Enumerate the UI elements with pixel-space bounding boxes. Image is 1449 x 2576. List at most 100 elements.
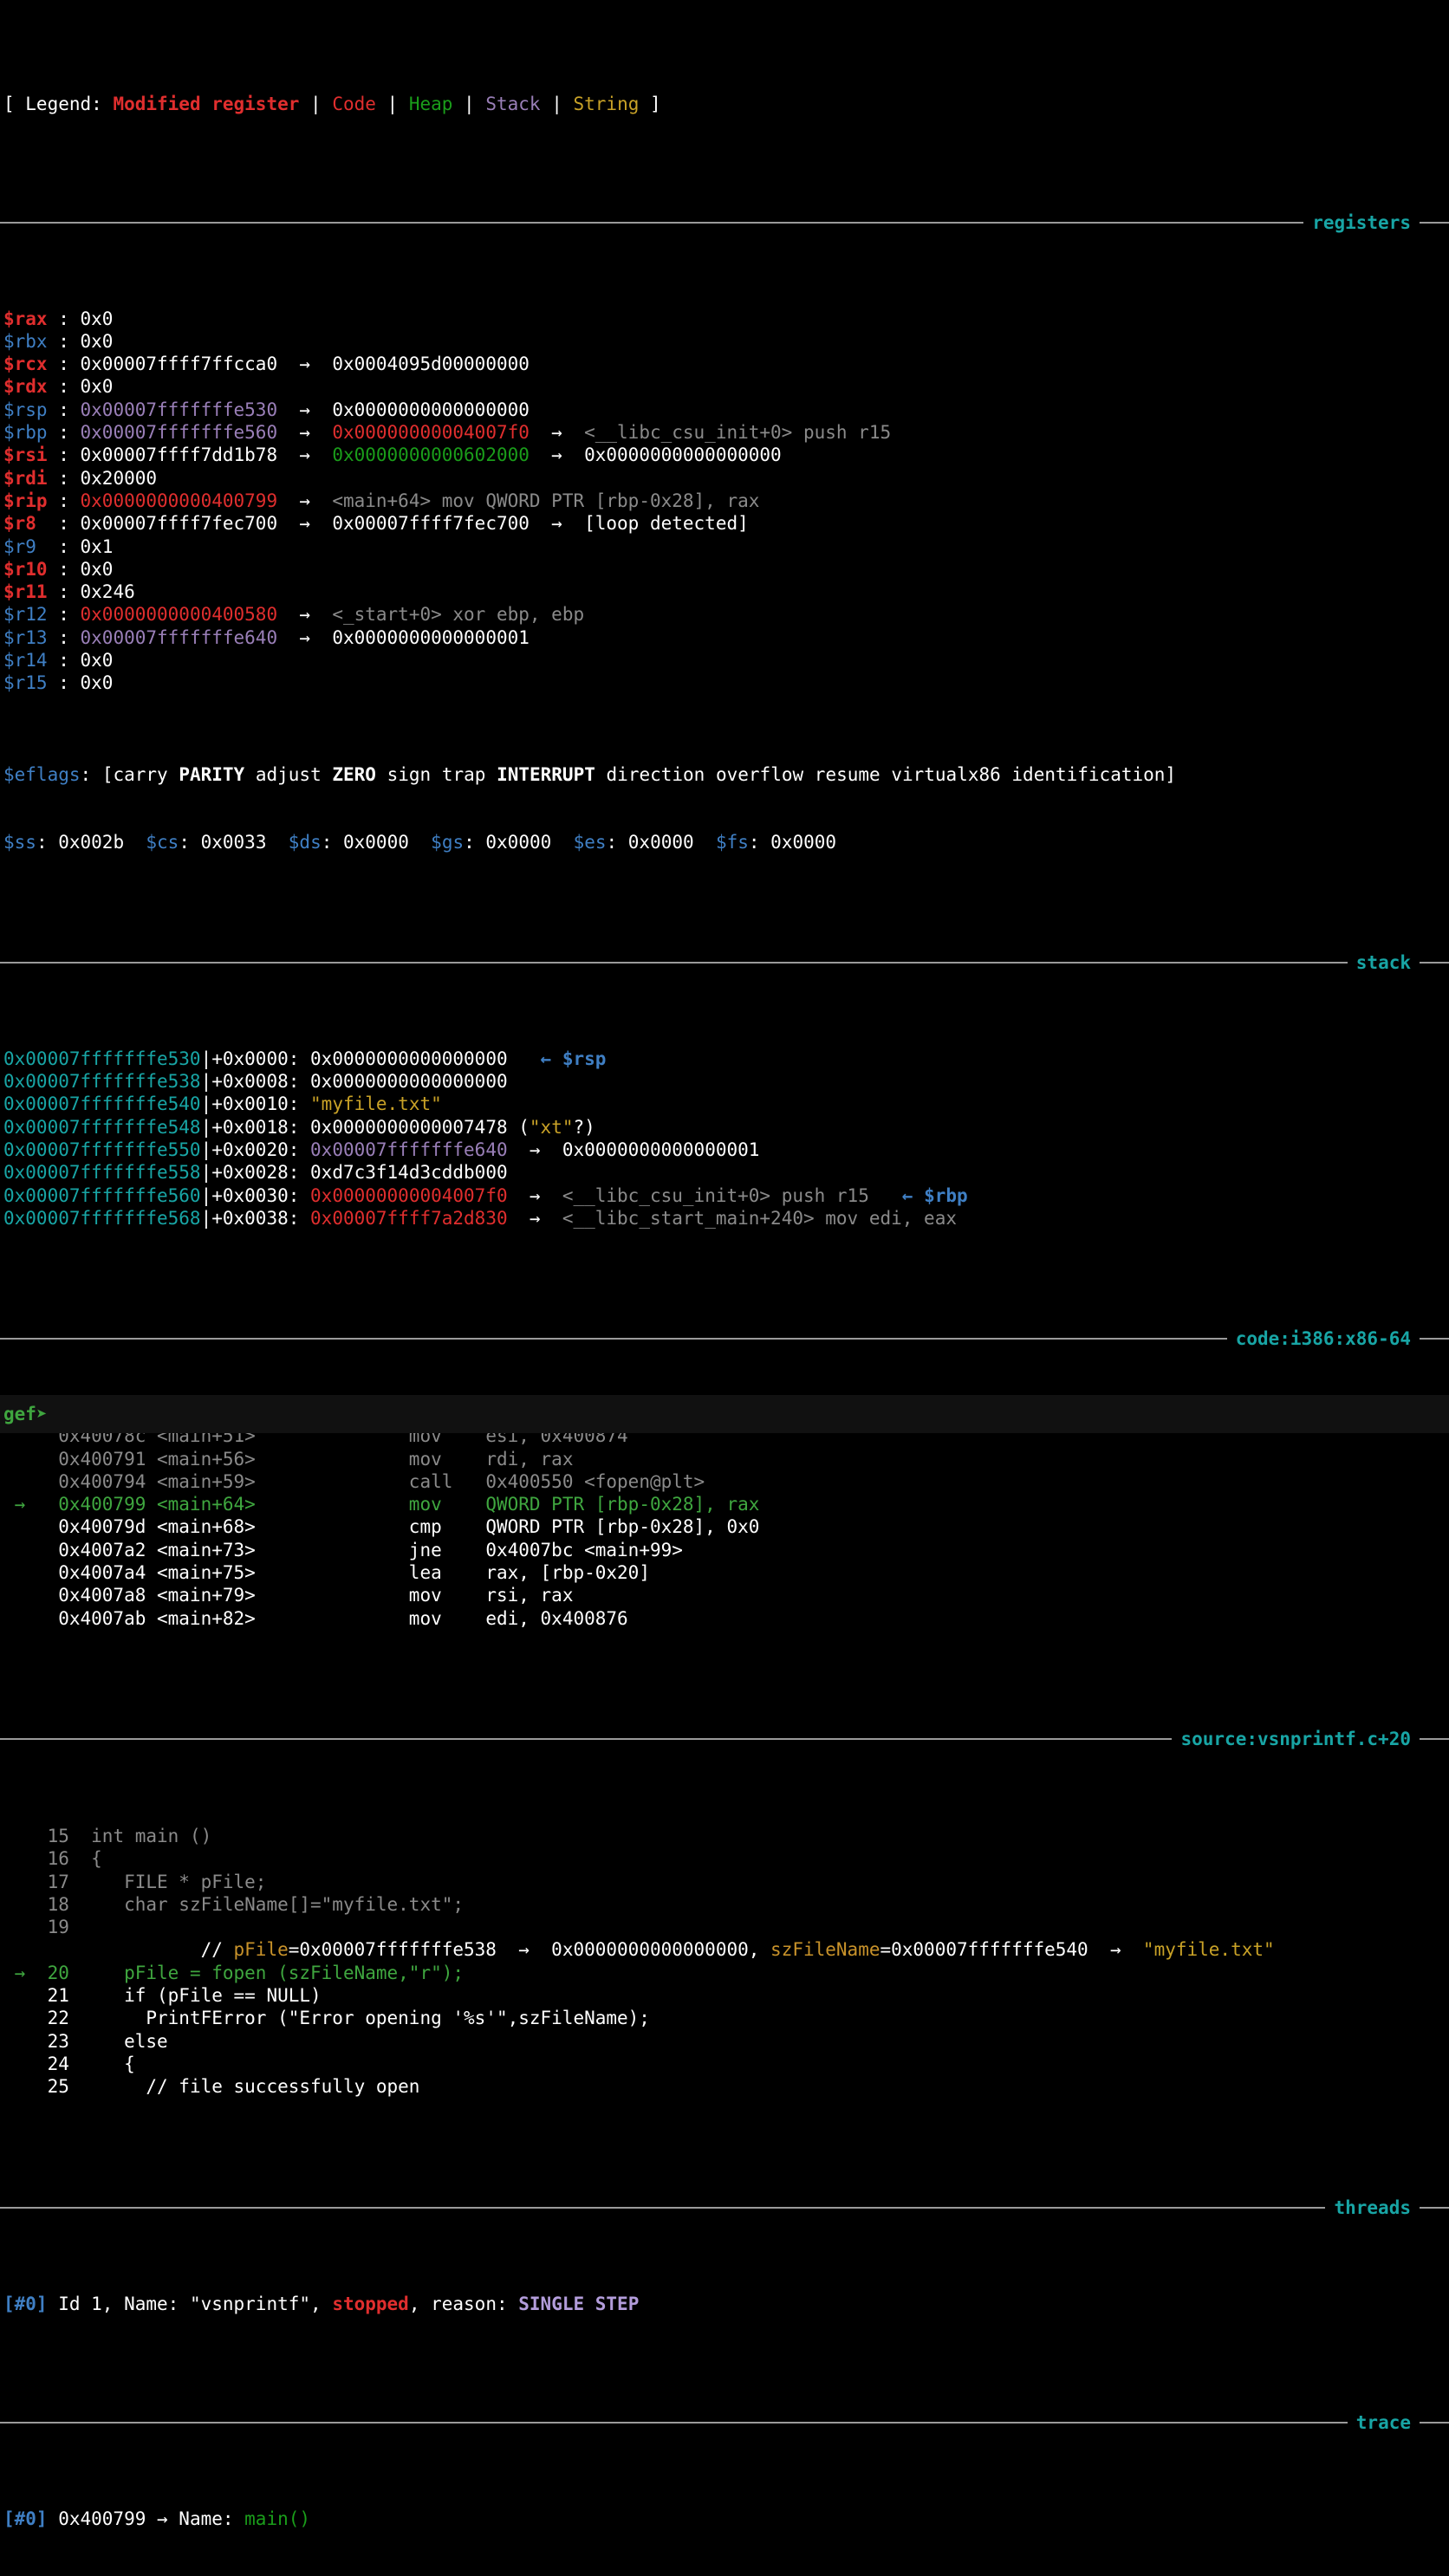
eflag-virtualx86: virtualx86 <box>891 763 1001 785</box>
segment-space <box>409 832 431 853</box>
source-line-text: { <box>91 1848 102 1870</box>
register-deref-value: <main+64> mov QWORD PTR [rbp-0x28], rax <box>332 490 760 511</box>
deref-arrow-icon: → <box>529 513 585 535</box>
section-title-source: source:vsnprintf.c+20 <box>1180 1728 1411 1749</box>
stack-value: <__libc_start_main+240> mov edi, eax <box>562 1207 957 1229</box>
legend-close: ] <box>639 94 661 115</box>
current-line-arrow-icon <box>3 2076 48 2097</box>
eflag-space <box>705 764 716 785</box>
instruction-mnemonic: mov <box>408 1494 486 1515</box>
current-line-arrow-icon <box>3 2054 48 2074</box>
register-deref-value: 0x0000000000000001 <box>332 626 530 648</box>
current-instruction-arrow-icon: → <box>3 1494 59 1515</box>
separator-line-left <box>0 961 1348 964</box>
current-line-arrow-icon: → <box>3 1962 48 1983</box>
stack-panel: 0x00007fffffffe530|+0x0000: 0x0000000000… <box>0 1048 1449 1230</box>
stack-pointer-marker: ← $rbp <box>901 1184 968 1206</box>
instruction-mnemonic: jne <box>408 1539 486 1561</box>
segment-registers-row: $ss: 0x002b $cs: 0x0033 $ds: 0x0000 $gs:… <box>0 831 1449 853</box>
stack-offset: +0x0018: <box>211 1116 311 1138</box>
disassembly-row: 0x4007a8 <main+79> mov rsi, rax <box>3 1584 1449 1606</box>
register-deref-value: 0x0000000000000000 <box>584 444 782 466</box>
source-row: 17 FILE * pFile; <box>3 1871 1449 1893</box>
annotation-comment-marker: // <box>200 1939 234 1961</box>
eflags-row: $eflags: [carry PARITY adjust ZERO sign … <box>0 763 1449 786</box>
source-line-number: 21 <box>47 1985 92 2007</box>
stack-row: 0x00007fffffffe530|+0x0000: 0x0000000000… <box>3 1048 1449 1070</box>
source-row: 24 { <box>3 2053 1449 2075</box>
legend-sep-4: | <box>540 94 574 115</box>
stack-value: → <box>507 1184 562 1206</box>
stack-offset: +0x0008: <box>211 1071 311 1093</box>
stack-value: <__libc_csu_init+0> push r15 <box>562 1184 869 1206</box>
register-value: 0x0 <box>80 672 114 694</box>
register-deref-value: <__libc_csu_init+0> push r15 <box>584 422 892 444</box>
source-line-text: char szFileName[]="myfile.txt"; <box>91 1893 465 1915</box>
stack-value: → <box>507 1139 562 1160</box>
eflag-space <box>431 764 442 785</box>
source-row: 22 PrintFError ("Error opening '%s'",szF… <box>3 2007 1449 2029</box>
register-row: $r14 : 0x0 <box>3 649 1449 672</box>
source-line-number: 23 <box>47 2030 92 2052</box>
segment-space <box>124 832 146 853</box>
separator-line-right <box>1420 2422 1449 2424</box>
registers-panel: $rax : 0x0 $rbx : 0x0 $rcx : 0x00007ffff7f… <box>0 308 1449 695</box>
gef-prompt-bar[interactable]: gef➤ <box>0 1395 1449 1433</box>
instruction-address: 0x4007a8 <main+79> <box>58 1585 409 1606</box>
section-header-stack: stack <box>0 951 1449 974</box>
annotation-var-name: szFileName <box>770 1939 880 1961</box>
deref-arrow-icon: → <box>277 444 333 466</box>
register-value: 0x00007fffffffe560 <box>80 422 278 444</box>
current-line-arrow-icon <box>3 1917 48 1937</box>
current-instruction-arrow-icon <box>3 1471 58 1492</box>
eflag-space <box>322 764 333 785</box>
eflag-interrupt: INTERRUPT <box>497 763 595 785</box>
section-header-source: source:vsnprintf.c+20 <box>0 1728 1449 1750</box>
segment-register-name: $gs <box>431 832 465 853</box>
stack-value: 0x00007ffff7a2d830 <box>310 1207 508 1229</box>
disassembly-row: 0x40079d <main+68> cmp QWORD PTR [rbp-0x… <box>3 1515 1449 1538</box>
register-row: $r12 : 0x0000000000400580 → <_start+0> x… <box>3 603 1449 626</box>
section-title-stack: stack <box>1355 951 1411 973</box>
stack-value: 0x0000000000000001 <box>562 1139 760 1160</box>
annotation-var-deref: "myfile.txt" <box>1142 1939 1275 1961</box>
source-row: 16 { <box>3 1847 1449 1870</box>
instruction-operands: QWORD PTR [rbp-0x28], 0x0 <box>485 1516 760 1538</box>
register-name: $rsp <box>3 399 48 420</box>
register-separator: : <box>47 422 81 444</box>
register-deref-value: 0x0000000000000000 <box>332 399 530 420</box>
frame-index: [#0] <box>3 2508 48 2529</box>
source-line-number: 22 <box>47 2008 92 2029</box>
register-name: $r13 <box>3 626 48 648</box>
register-name: $rdx <box>3 376 48 398</box>
instruction-address: 0x400799 <main+64> <box>58 1494 409 1515</box>
gef-prompt: gef➤ <box>3 1403 48 1424</box>
eflags-label: $eflags <box>3 763 81 785</box>
register-separator: : <box>47 581 81 603</box>
source-line-text: int main () <box>91 1825 212 1846</box>
register-row: $rsp : 0x00007fffffffe530 → 0x0000000000… <box>3 399 1449 421</box>
section-header-threads: threads <box>0 2196 1449 2219</box>
register-value: 0x1 <box>80 535 114 557</box>
backtrace-row: [#0] 0x400799 → Name: main() <box>0 2508 1449 2530</box>
stack-row: 0x00007fffffffe548|+0x0018: 0x0000000000… <box>3 1116 1449 1139</box>
register-separator: : <box>47 444 81 466</box>
stack-pointer-marker: ← $rsp <box>540 1048 607 1069</box>
deref-arrow-icon: → <box>277 354 333 375</box>
register-separator: : <box>47 672 81 694</box>
register-name: $r11 <box>3 581 48 603</box>
segment-register-value: : 0x0000 <box>606 832 694 853</box>
register-name: $rcx <box>3 354 48 375</box>
register-row: $rbx : 0x0 <box>3 330 1449 353</box>
register-separator: : <box>47 604 81 626</box>
section-title-registers: registers <box>1312 211 1411 233</box>
stack-value: 0x00000000004007f0 <box>310 1184 508 1206</box>
section-header-registers: registers <box>0 211 1449 234</box>
register-row: $r11 : 0x246 <box>3 581 1449 603</box>
eflag-zero: ZERO <box>332 763 376 785</box>
instruction-mnemonic: call <box>408 1470 486 1492</box>
source-line-text: if (pFile == NULL) <box>91 1985 322 2007</box>
register-separator: : <box>47 490 81 511</box>
stack-address: 0x00007fffffffe560 <box>3 1184 201 1206</box>
stack-address: 0x00007fffffffe558 <box>3 1162 201 1184</box>
